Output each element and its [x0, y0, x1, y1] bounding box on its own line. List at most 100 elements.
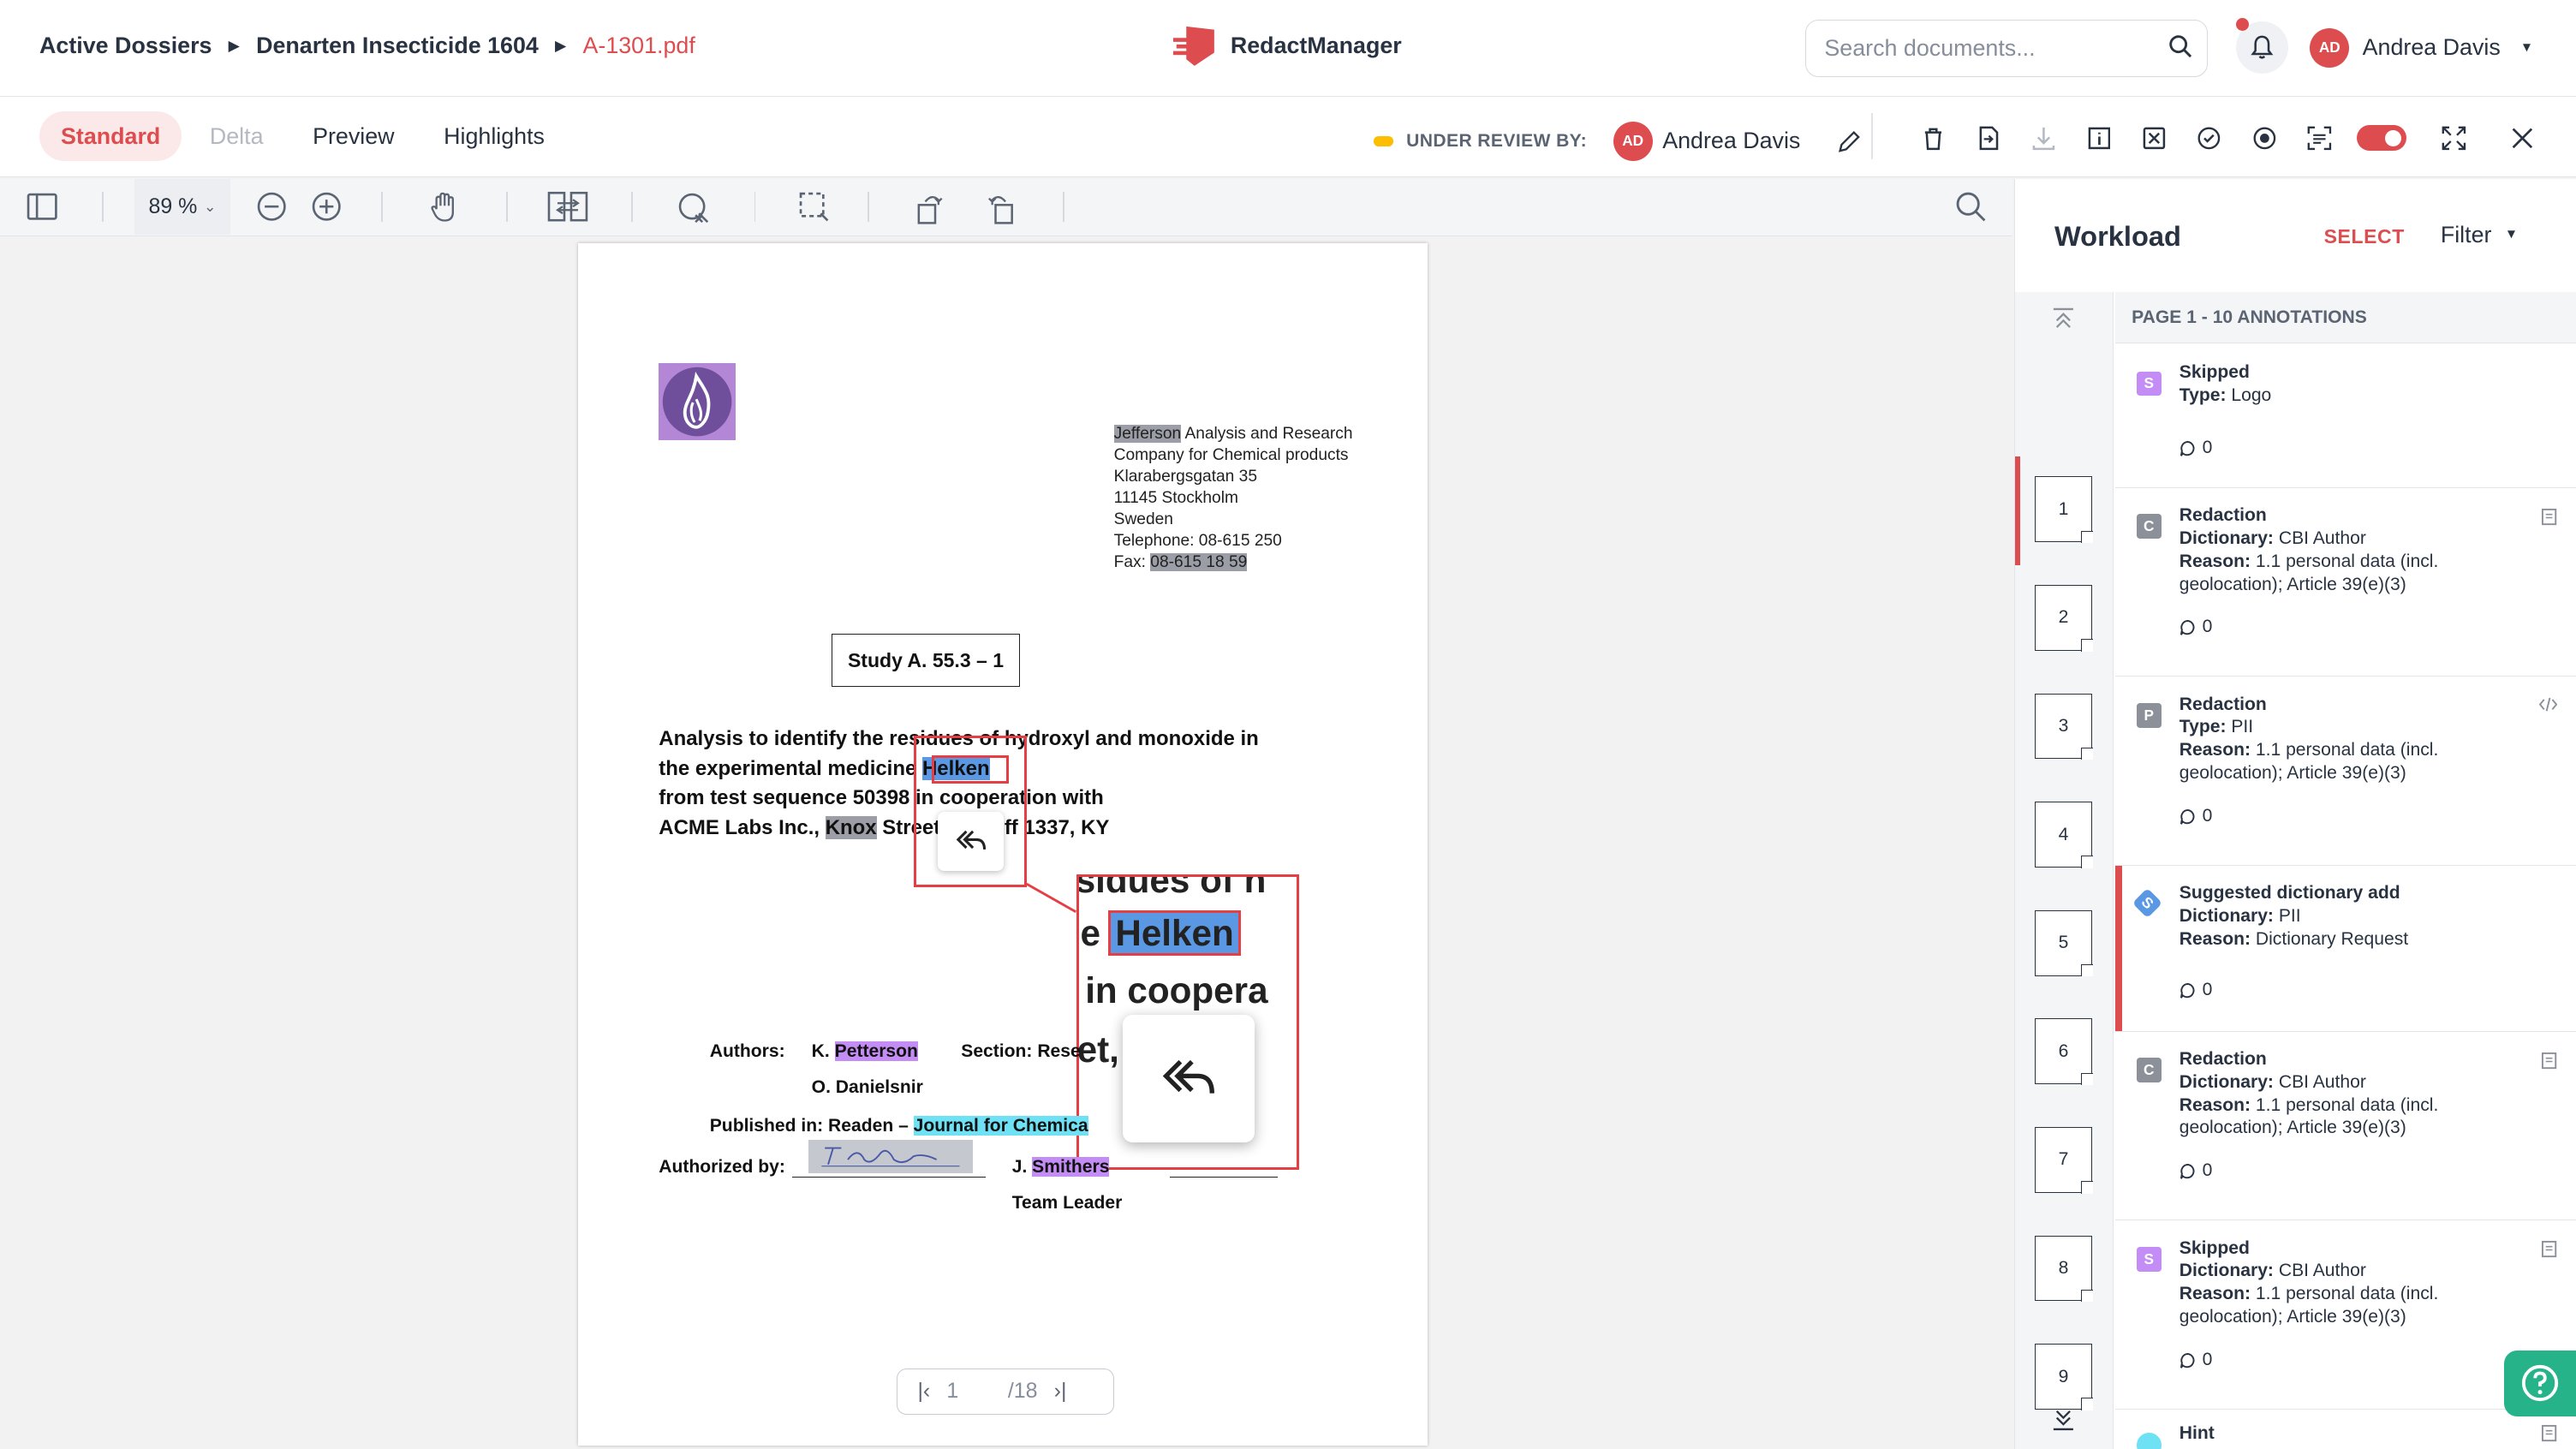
- document-icon[interactable]: [2541, 1052, 2557, 1070]
- filter-label: Filter: [2440, 221, 2492, 247]
- annotation-item-selected[interactable]: S Suggested dictionary add Dictionary: P…: [2114, 865, 2576, 1032]
- breadcrumb-dossiers[interactable]: Active Dossiers: [39, 33, 212, 59]
- annotation-title: Redaction: [2179, 694, 2267, 714]
- signature-line: [791, 1176, 987, 1178]
- comments[interactable]: 0: [2179, 1160, 2525, 1183]
- comment-icon: [2179, 620, 2195, 635]
- annotation-detail: Dictionary: PII: [2179, 905, 2525, 928]
- page-thumbnail[interactable]: 2: [2034, 584, 2094, 652]
- page-thumbnail[interactable]: 1: [2034, 476, 2094, 543]
- page-thumbnail[interactable]: 7: [2034, 1127, 2094, 1194]
- page-thumbnail[interactable]: 8: [2034, 1235, 2094, 1303]
- chevron-down-icon: ⌄: [203, 198, 217, 216]
- download-button[interactable]: [2016, 120, 2071, 156]
- page-thumbnail[interactable]: 9: [2034, 1344, 2094, 1410]
- page-thumbnail[interactable]: 4: [2034, 802, 2094, 868]
- app-root: Active Dossiers ▶ Denarten Insecticide 1…: [0, 0, 2576, 1449]
- search-input[interactable]: [1805, 20, 2209, 78]
- pdf-page[interactable]: Jefferson Analysis and Research Company …: [578, 242, 1428, 1446]
- divider: [505, 192, 508, 222]
- highlight-smithers[interactable]: Smithers: [1032, 1156, 1110, 1177]
- rotate-left-icon[interactable]: [915, 191, 945, 225]
- search-clear-icon[interactable]: [677, 191, 711, 225]
- first-page-icon[interactable]: |‹: [917, 1379, 930, 1404]
- fullscreen-button[interactable]: [2426, 120, 2481, 156]
- code-icon[interactable]: [2538, 696, 2558, 713]
- tab-highlights[interactable]: Highlights: [422, 111, 566, 161]
- search-icon[interactable]: [2168, 34, 2193, 59]
- delete-button[interactable]: [1905, 120, 1960, 156]
- workload-title: Workload: [2054, 220, 2181, 253]
- comments[interactable]: 0: [2179, 1349, 2525, 1372]
- magnified-text: e Helken: [1080, 909, 1242, 956]
- document-search-icon[interactable]: [1955, 191, 1986, 222]
- annotation-detail: Dictionary: CBI Author: [2179, 528, 2525, 551]
- zoom-in-icon[interactable]: [311, 191, 342, 222]
- document-icon[interactable]: [2541, 1240, 2557, 1258]
- annotation-item[interactable]: C Redaction Dictionary: CBI Author Reaso…: [2114, 1032, 2576, 1221]
- rotate-right-icon[interactable]: [986, 191, 1016, 225]
- section-label: Section: Rese: [961, 1041, 1081, 1062]
- detail-key: Dictionary:: [2179, 1261, 2274, 1281]
- comments[interactable]: 0: [2179, 616, 2525, 639]
- reply-button[interactable]: [938, 811, 1005, 871]
- highlight-journal[interactable]: Journal for Chemica: [913, 1115, 1088, 1136]
- signature-image[interactable]: [808, 1140, 973, 1173]
- excel-export-button[interactable]: [2126, 120, 2181, 156]
- close-button[interactable]: [2495, 120, 2549, 156]
- tab-delta[interactable]: Delta: [188, 111, 285, 161]
- last-page-icon[interactable]: ›|: [1054, 1379, 1067, 1404]
- ocr-button[interactable]: [2293, 120, 2347, 156]
- document-icon[interactable]: [2541, 508, 2557, 526]
- zoom-select[interactable]: 89 % ⌄: [134, 179, 230, 236]
- page-thumbnail[interactable]: 3: [2034, 693, 2094, 760]
- redacted-fax[interactable]: 08-615 18 59: [1150, 552, 1248, 571]
- rectangle-select-icon[interactable]: [798, 191, 829, 222]
- filter-dropdown[interactable]: Filter ▼: [2441, 222, 2518, 248]
- document-icon[interactable]: [2541, 1424, 2557, 1442]
- annotation-title: Skipped: [2179, 362, 2250, 383]
- annotation-item[interactable]: C Redaction Dictionary: CBI Author Reaso…: [2114, 488, 2576, 677]
- comments[interactable]: 0: [2179, 979, 2525, 1002]
- approve-button[interactable]: [2182, 120, 2237, 156]
- comments[interactable]: 0: [2179, 437, 2525, 460]
- page-thumbnails: 1 2 3 4 5 6 7 8 9 10: [2014, 292, 2114, 1449]
- document-viewer[interactable]: Jefferson Analysis and Research Company …: [0, 236, 2013, 1449]
- annotation-detail: Type: PII: [2179, 716, 2525, 739]
- user-menu[interactable]: AD Andrea Davis ▼: [2310, 27, 2533, 68]
- redaction-toggle[interactable]: [2357, 124, 2407, 152]
- import-button[interactable]: [1961, 120, 2016, 156]
- comments[interactable]: 0: [2179, 805, 2525, 828]
- company-address: Jefferson Analysis and Research Company …: [1113, 424, 1377, 574]
- redacted-company[interactable]: Jefferson: [1113, 424, 1182, 443]
- tab-preview[interactable]: Preview: [291, 111, 415, 161]
- zoom-out-icon[interactable]: [256, 191, 287, 222]
- comment-count: 0: [2202, 980, 2213, 1000]
- sidebar-toggle-icon[interactable]: [27, 191, 57, 222]
- redacted-knox[interactable]: Knox: [825, 815, 877, 839]
- tab-standard[interactable]: Standard: [39, 111, 182, 162]
- annotation-item[interactable]: S Skipped Type: Logo 0: [2114, 345, 2576, 488]
- edit-pencil-icon[interactable]: [1837, 129, 1862, 154]
- approver-initial: J.: [1011, 1156, 1033, 1177]
- record-button[interactable]: [2237, 120, 2292, 156]
- annotation-item[interactable]: Hint: [2115, 1410, 2576, 1449]
- page-thumbnail[interactable]: 6: [2034, 1018, 2094, 1086]
- info-button[interactable]: [2072, 120, 2126, 156]
- compare-icon[interactable]: [547, 191, 588, 222]
- highlight-petterson[interactable]: Petterson: [834, 1041, 918, 1062]
- scroll-top-icon[interactable]: [2051, 307, 2076, 331]
- detail-value: Dictionary Request: [2255, 928, 2409, 949]
- scroll-bottom-icon[interactable]: [2051, 1408, 2076, 1431]
- page-number-input[interactable]: 1: [946, 1379, 958, 1404]
- brand-logo[interactable]: RedactManager: [1172, 23, 1402, 69]
- help-button[interactable]: [2503, 1350, 2576, 1416]
- company-logo[interactable]: [659, 362, 736, 441]
- authorized-label: Authorized by:: [659, 1156, 785, 1177]
- select-button[interactable]: SELECT: [2324, 225, 2405, 248]
- breadcrumb-dossier[interactable]: Denarten Insecticide 1604: [256, 33, 539, 59]
- page-thumbnail[interactable]: 5: [2034, 909, 2094, 977]
- annotation-title: Hint: [2179, 1423, 2215, 1444]
- pan-hand-icon[interactable]: [429, 191, 460, 224]
- annotation-item[interactable]: P Redaction Type: PII Reason: 1.1 person…: [2114, 677, 2576, 866]
